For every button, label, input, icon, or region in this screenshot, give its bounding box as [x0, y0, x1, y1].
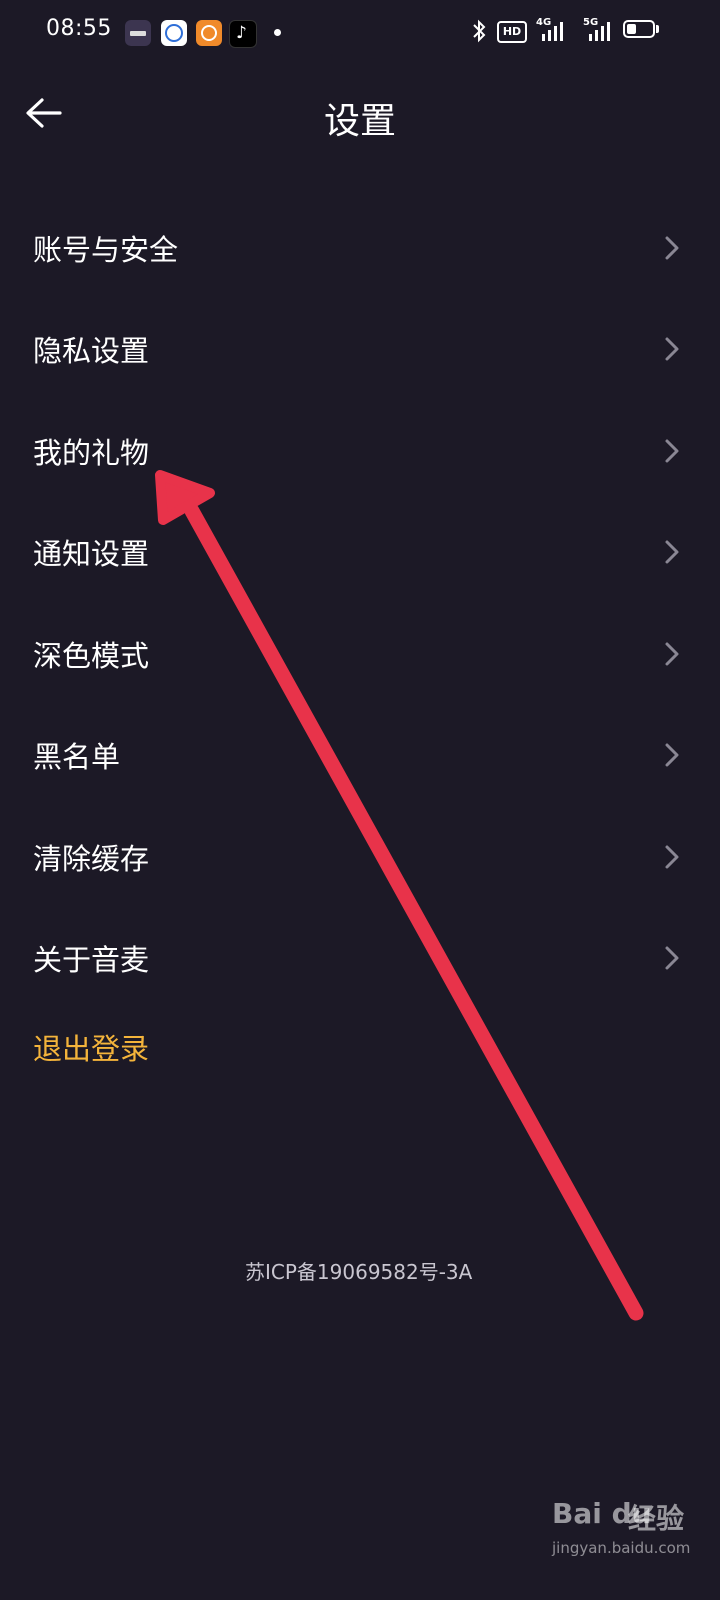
settings-item-label: 清除缓存	[33, 841, 150, 876]
status-time: 08:55	[46, 16, 112, 41]
baidu-jingyan-watermark: Bai du 经验 jingyan.baidu.com	[552, 1495, 712, 1585]
chevron-right-icon	[665, 845, 679, 869]
hd-voice-badge: HD	[497, 21, 527, 43]
settings-item-about[interactable]: 关于音麦	[0, 908, 720, 1010]
chevron-right-icon	[665, 946, 679, 970]
signal-5g-icon	[589, 22, 610, 41]
chevron-right-icon	[665, 439, 679, 463]
settings-item-label: 深色模式	[33, 638, 150, 673]
settings-item-privacy[interactable]: 隐私设置	[0, 299, 720, 401]
settings-item-label: 黑名单	[33, 740, 121, 775]
tiktok-icon: ♪	[229, 20, 257, 48]
settings-item-notifications[interactable]: 通知设置	[0, 502, 720, 604]
icp-registration-text: 苏ICP备19069582号-3A	[245, 1260, 473, 1284]
watermark-url: jingyan.baidu.com	[552, 1539, 691, 1557]
chevron-right-icon	[665, 743, 679, 767]
uc-browser-icon	[196, 20, 222, 46]
settings-item-label: 账号与安全	[33, 232, 179, 267]
settings-item-my-gifts[interactable]: 我的礼物	[0, 400, 720, 502]
page-title: 设置	[323, 101, 396, 142]
settings-item-dark-mode[interactable]: 深色模式	[0, 603, 720, 705]
battery-tip	[656, 25, 659, 33]
notification-dot-icon	[274, 29, 281, 36]
battery-icon	[623, 20, 655, 38]
settings-item-label: 通知设置	[33, 537, 150, 572]
settings-item-blacklist[interactable]: 黑名单	[0, 705, 720, 807]
watermark-title: 经验	[628, 1502, 685, 1535]
settings-item-label: 我的礼物	[33, 435, 150, 470]
status-bar: 08:55 ♪ HD 4G 5G	[0, 0, 720, 64]
browser-app-icon	[161, 20, 187, 46]
car-app-icon	[125, 20, 151, 46]
settings-item-clear-cache[interactable]: 清除缓存	[0, 806, 720, 908]
chevron-right-icon	[665, 236, 679, 260]
signal-4g-icon	[542, 22, 563, 41]
settings-item-label: 关于音麦	[33, 943, 150, 978]
settings-item-label: 隐私设置	[33, 334, 150, 369]
settings-item-account-security[interactable]: 账号与安全	[0, 197, 720, 299]
bluetooth-icon	[473, 19, 486, 43]
chevron-right-icon	[665, 337, 679, 361]
chevron-right-icon	[665, 642, 679, 666]
settings-list: 账号与安全 隐私设置 我的礼物 通知设置 深色模式 黑名单 清除缓存 关于音麦	[0, 197, 720, 1009]
logout-button[interactable]: 退出登录	[33, 1026, 149, 1068]
chevron-right-icon	[665, 540, 679, 564]
